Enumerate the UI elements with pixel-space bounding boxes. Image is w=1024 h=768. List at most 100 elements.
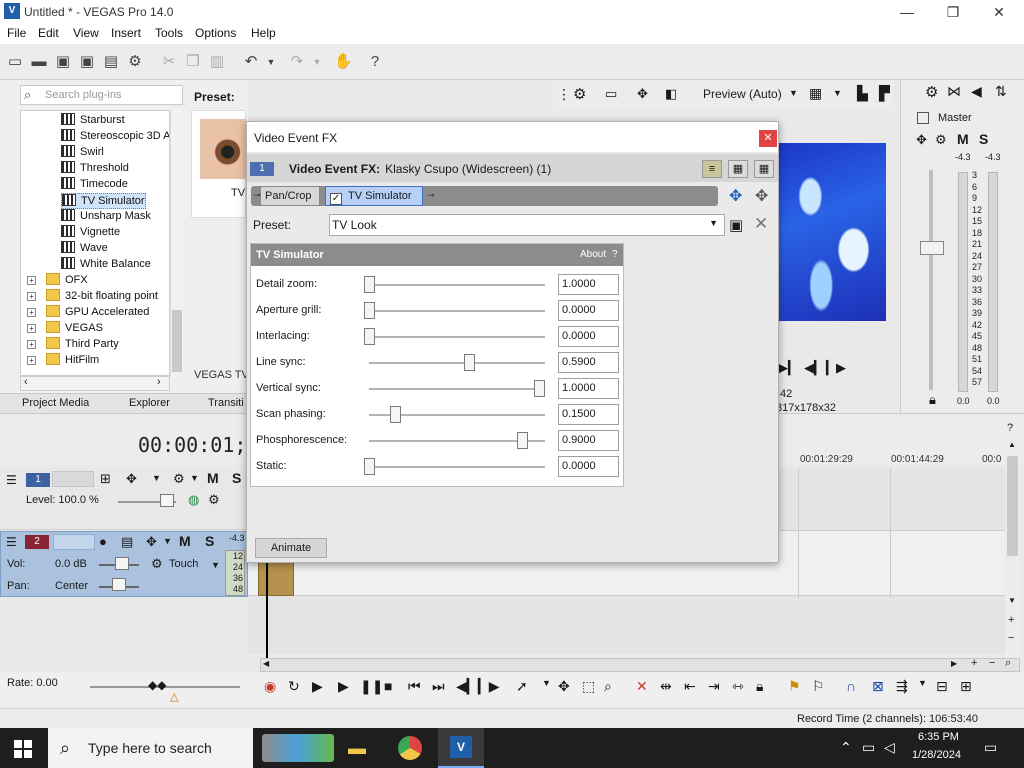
snapping-icon[interactable]: ∩ <box>846 678 856 694</box>
enable-checkbox[interactable]: ✓ <box>330 193 342 205</box>
file-explorer-icon[interactable]: ▬ <box>348 738 366 759</box>
marker-icon[interactable]: ? <box>1007 422 1013 434</box>
about-link[interactable]: About <box>580 249 606 260</box>
zoom-out-icon[interactable]: − <box>989 657 995 669</box>
redo-icon[interactable]: ↷ <box>288 53 306 71</box>
copy-icon[interactable]: ❐ <box>184 53 202 71</box>
envelope-tool-icon[interactable]: ✥ <box>558 678 570 695</box>
trim-icon[interactable]: ⇹ <box>660 678 672 695</box>
split-screen-icon[interactable]: ✥ <box>637 86 648 102</box>
plugin-tree-item[interactable]: Timecode <box>61 177 128 193</box>
slider-knob[interactable] <box>364 276 375 293</box>
zoom-icon[interactable]: ⌕ <box>1005 657 1011 670</box>
expand-icon[interactable]: + <box>27 276 36 285</box>
chain-item-pan-crop[interactable]: Pan/Crop <box>260 186 320 206</box>
undo-dropdown-icon[interactable]: ▼ <box>262 53 280 71</box>
timeline-vertical-scrollbar[interactable]: ? ▲ ▼ + − <box>1005 420 1020 665</box>
lock-icon[interactable]: 🔒︎ <box>929 392 936 408</box>
collapse-icon[interactable]: ☰ <box>6 535 17 549</box>
plugin-tree-item[interactable]: Vignette <box>61 225 120 241</box>
play-icon[interactable]: ▶ <box>338 678 349 695</box>
preview-quality-select[interactable]: Preview (Auto) <box>703 87 782 101</box>
chevron-down-icon[interactable]: ▼ <box>163 536 172 546</box>
auto-ripple-icon[interactable]: ⇶ <box>896 678 908 695</box>
new-icon[interactable]: ▭ <box>6 53 24 71</box>
event-fx-icon[interactable]: ✋ <box>334 53 353 71</box>
scroll-thumb[interactable] <box>1007 456 1018 556</box>
video-settings-icon[interactable]: ⋮ <box>557 86 571 103</box>
plugin-tree-item[interactable]: White Balance <box>61 257 151 273</box>
composite-mode-icon[interactable]: ◍ <box>188 492 199 508</box>
chevron-up-icon[interactable]: ⌃ <box>840 739 852 756</box>
remove-plugin-icon[interactable]: ✥ <box>755 186 768 206</box>
automation-mode[interactable]: Touch <box>169 558 198 570</box>
chevron-down-icon[interactable]: ▼ <box>542 678 551 688</box>
tile-view-icon[interactable]: ▦ <box>754 160 774 178</box>
motion-icon[interactable]: ⊞ <box>100 471 111 487</box>
menu-insert[interactable]: Insert <box>111 26 141 40</box>
slider-knob[interactable] <box>364 458 375 475</box>
parameter-value-field[interactable]: 0.0000 <box>558 326 619 347</box>
volume-icon[interactable]: ◁ <box>884 739 895 756</box>
preset-thumbnail[interactable]: TV <box>191 110 246 218</box>
rate-slider[interactable]: ◆◆ <box>148 678 166 692</box>
auto-crossfade-icon[interactable]: ⊠ <box>872 678 884 695</box>
plugin-tree-item[interactable]: + Third Party <box>27 337 119 353</box>
grid-view-icon[interactable]: ▦ <box>728 160 748 178</box>
next-frame-icon[interactable]: ▶▎ <box>778 360 798 376</box>
gear-icon[interactable]: ⚙ <box>173 471 185 487</box>
gear-icon[interactable]: ⚙ <box>925 83 938 101</box>
zoom-in-icon[interactable]: + <box>1008 614 1014 626</box>
marker-icon[interactable]: ⚑ <box>788 678 801 695</box>
vegas-taskbar-button[interactable]: V <box>438 728 484 768</box>
scroll-down-icon[interactable]: ▼ <box>1008 596 1016 605</box>
track-name-field[interactable] <box>53 534 95 550</box>
record-arm-icon[interactable]: ● <box>99 534 107 549</box>
volume-slider[interactable] <box>115 557 129 570</box>
chevron-down-icon[interactable]: ▼ <box>211 560 220 570</box>
parameter-value-field[interactable]: 0.0000 <box>558 456 619 477</box>
parameter-value-field[interactable]: 1.0000 <box>558 378 619 399</box>
undo-icon[interactable]: ↶ <box>242 53 260 71</box>
forward-frame-icon[interactable]: ▎▶ <box>826 360 846 376</box>
zoom-out-icon[interactable]: − <box>1008 632 1014 644</box>
scroll-right-icon[interactable]: › <box>157 376 161 388</box>
tab-transitions[interactable]: Transiti <box>208 397 244 409</box>
notifications-icon[interactable]: ▭ <box>984 739 997 756</box>
chevron-down-icon[interactable]: ▼ <box>918 678 927 688</box>
playhead-cursor[interactable] <box>266 560 268 660</box>
time-ruler[interactable]: 00:01:29:29 00:01:44:29 00:0 <box>778 450 1010 468</box>
parameter-value-field[interactable]: 0.9000 <box>558 430 619 451</box>
ignore-grouping-icon[interactable]: ⊞ <box>960 678 972 695</box>
loop-icon[interactable]: ↻ <box>288 678 300 695</box>
render-icon[interactable]: ▤ <box>102 53 120 71</box>
help-icon[interactable]: ? <box>612 249 618 260</box>
search-highlights-image[interactable] <box>262 734 334 762</box>
preset-dropdown[interactable]: TV Look ▼ <box>329 214 725 236</box>
scroll-thumb[interactable] <box>172 310 182 372</box>
normal-edit-tool-icon[interactable]: ➚ <box>516 678 528 695</box>
selection-tool-icon[interactable]: ⬚ <box>582 678 595 695</box>
channels-icon[interactable]: ⇅ <box>995 83 1007 100</box>
save-as-icon[interactable]: ▣ <box>78 53 96 71</box>
parameter-value-field[interactable]: 0.5900 <box>558 352 619 373</box>
video-track-header[interactable]: ☰ 1 ⊞ ✥ ▼ ⚙ ▼ M S Level: 100.0 % ◍ ⚙ <box>0 468 248 530</box>
maximize-button[interactable]: ❐ <box>938 2 968 22</box>
timeline-horizontal-scrollbar[interactable]: ◀ ▶ + − ⌕ <box>260 657 1020 672</box>
network-icon[interactable]: ▭ <box>862 739 875 756</box>
chevron-down-icon[interactable]: ▼ <box>789 88 798 98</box>
chevron-down-icon[interactable]: ▼ <box>152 473 161 483</box>
plugin-tree-item[interactable]: Starburst <box>61 113 125 129</box>
expand-icon[interactable]: + <box>27 308 36 317</box>
plugin-search-field[interactable]: ⌕ Search plug-ins <box>20 85 183 105</box>
gear-icon[interactable]: ⚙ <box>935 132 947 148</box>
parameter-value-field[interactable]: 0.0000 <box>558 300 619 321</box>
taskbar-date[interactable]: 1/28/2024 <box>912 749 961 761</box>
menu-help[interactable]: Help <box>251 26 276 40</box>
plugin-tree-item[interactable]: Wave <box>61 241 108 257</box>
slider-knob[interactable] <box>364 302 375 319</box>
gear-icon[interactable]: ⚙ <box>573 85 586 103</box>
plugin-tree-item[interactable]: + VEGAS <box>27 321 103 337</box>
plugin-chain-icon[interactable]: ✥ <box>729 186 742 206</box>
split-icon[interactable]: ⇿ <box>732 678 744 695</box>
